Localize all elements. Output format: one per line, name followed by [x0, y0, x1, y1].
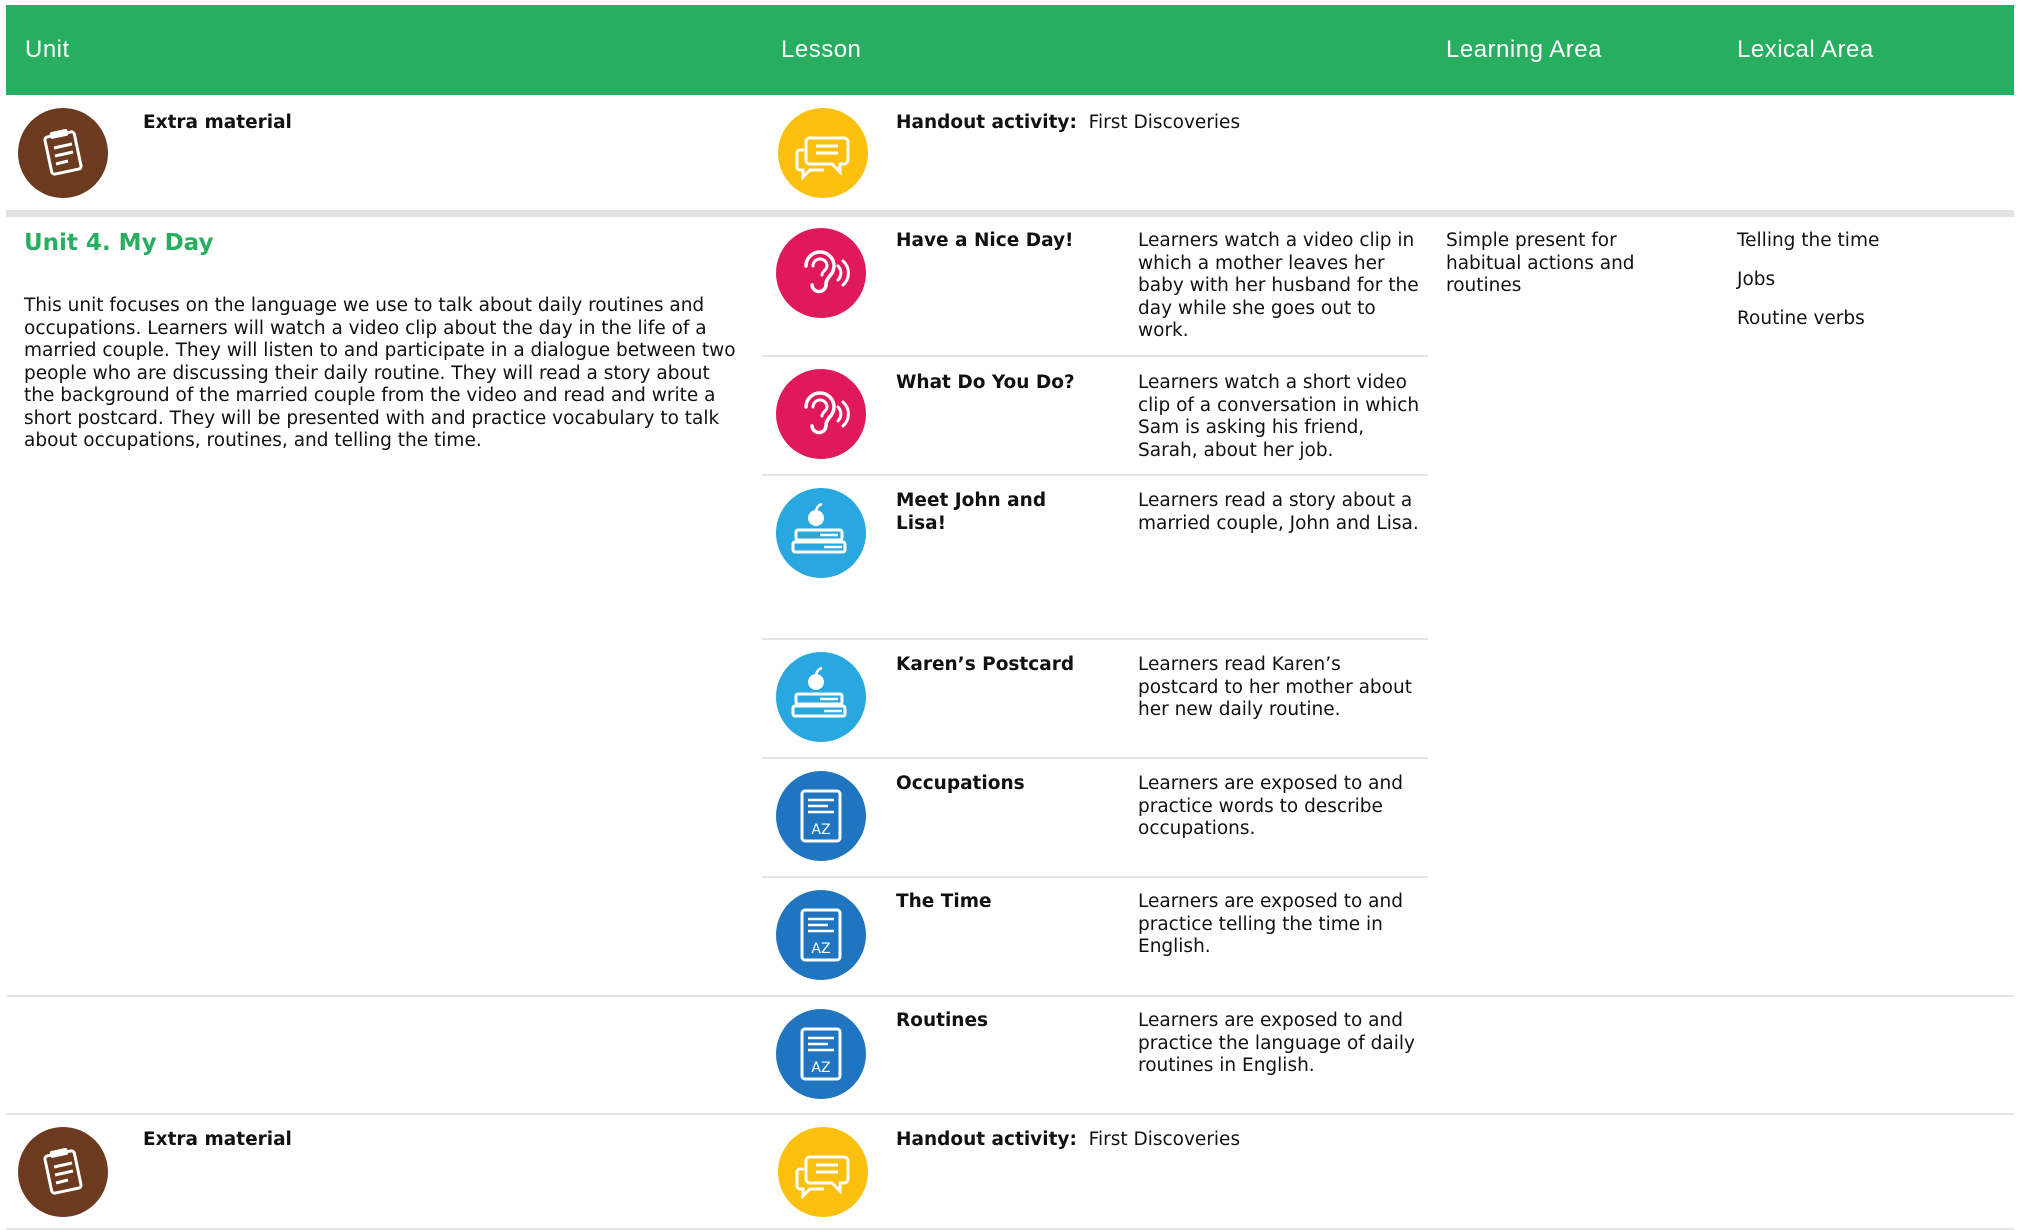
handout-speech-bubble-icon	[778, 1127, 868, 1217]
lexical-item: Telling the time	[1737, 230, 1880, 251]
lesson-title: Karen’s Postcard	[896, 654, 1075, 675]
lesson-title: Have a Nice Day!	[896, 230, 1074, 251]
lexical-item: Routine verbs	[1737, 308, 1865, 329]
handout-speech-bubble-icon	[778, 108, 868, 198]
dictionary-icon: AZ	[776, 890, 866, 980]
row-divider	[6, 1113, 2014, 1115]
unit-description: This unit focuses on the language we use…	[24, 295, 736, 451]
dictionary-icon: AZ	[776, 771, 866, 861]
lesson-description: Learners watch a video clip in which a m…	[1138, 230, 1419, 341]
ear-icon	[776, 369, 866, 459]
lesson-description: Learners read Karen’s postcard to her mo…	[1138, 654, 1412, 720]
dictionary-icon: AZ	[776, 1009, 866, 1099]
unit-title: Unit 4. My Day	[24, 230, 214, 256]
handout-label: Handout activity:	[896, 1129, 1077, 1150]
section-divider	[6, 210, 2014, 217]
handout-activity: Handout activity: First Discoveries	[896, 112, 1240, 135]
lesson-description: Learners are exposed to and practice wor…	[1138, 773, 1403, 839]
svg-text:AZ: AZ	[811, 941, 830, 957]
lesson-title: The Time	[896, 891, 992, 912]
lesson-title: Routines	[896, 1010, 989, 1031]
lexical-item: Jobs	[1737, 269, 1776, 290]
row-divider	[762, 355, 1428, 357]
books-apple-icon	[776, 488, 866, 578]
row-divider	[6, 995, 2014, 997]
extra-material-clipboard-icon	[18, 108, 108, 198]
handout-activity: Handout activity: First Discoveries	[896, 1129, 1240, 1152]
lesson-description: Learners are exposed to and practice the…	[1138, 1010, 1415, 1076]
learning-area-text: Simple present for habitual actions and …	[1446, 230, 1635, 296]
svg-text:AZ: AZ	[811, 1060, 830, 1076]
handout-title: First Discoveries	[1088, 1129, 1241, 1150]
row-divider	[762, 876, 1428, 878]
books-apple-icon	[776, 652, 866, 742]
lesson-description: Learners are exposed to and practice tel…	[1138, 891, 1403, 957]
svg-text:AZ: AZ	[811, 822, 830, 838]
handout-label: Handout activity:	[896, 112, 1077, 133]
lesson-title: Occupations	[896, 773, 1025, 794]
table-header	[6, 5, 2014, 95]
lesson-description: Learners read a story about a married co…	[1138, 490, 1419, 534]
row-divider	[762, 638, 1428, 640]
row-divider	[762, 474, 1428, 476]
header-lexical-area: Lexical Area	[1737, 36, 1874, 63]
extra-material-label: Extra material	[143, 1129, 292, 1150]
lesson-title: Meet John and Lisa!	[896, 490, 1047, 534]
lesson-description: Learners watch a short video clip of a c…	[1138, 372, 1420, 461]
extra-material-clipboard-icon	[18, 1127, 108, 1217]
row-divider	[762, 757, 1428, 759]
ear-icon	[776, 228, 866, 318]
header-lesson: Lesson	[781, 36, 862, 63]
header-unit: Unit	[25, 36, 70, 63]
header-learning-area: Learning Area	[1446, 36, 1602, 63]
handout-title: First Discoveries	[1088, 112, 1241, 133]
extra-material-label: Extra material	[143, 112, 292, 133]
lesson-title: What Do You Do?	[896, 372, 1075, 393]
